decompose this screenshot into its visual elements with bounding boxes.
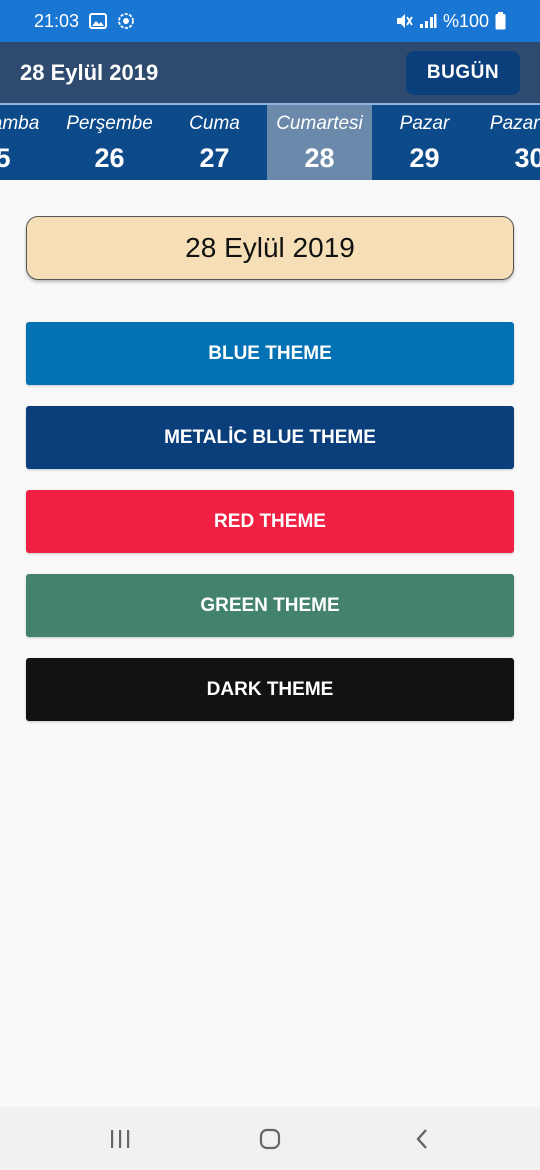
day-name: Pazar bbox=[399, 113, 450, 134]
day-number: 27 bbox=[199, 143, 230, 173]
day-name: Perşembe bbox=[66, 113, 153, 134]
day-name: Pazartesi bbox=[489, 113, 540, 134]
battery-text: %100 bbox=[442, 10, 489, 31]
image-icon bbox=[89, 13, 108, 29]
day-name: Cuma bbox=[189, 113, 240, 134]
day-number: 25 bbox=[0, 143, 48, 174]
today-button[interactable]: BUGÜN bbox=[406, 50, 520, 95]
sync-icon bbox=[117, 12, 135, 30]
day-name: Cumartesi bbox=[276, 113, 363, 134]
day-number: 28 bbox=[304, 143, 335, 173]
day-number: 29 bbox=[409, 143, 440, 173]
red-theme-button[interactable]: RED THEME bbox=[26, 490, 514, 553]
signal-icon bbox=[419, 13, 437, 29]
day-item-27[interactable]: Cuma 27 bbox=[162, 105, 267, 180]
day-strip[interactable]: Çarşamba 25 Perşembe 26 Cuma 27 Cumartes… bbox=[0, 103, 540, 180]
day-name: Çarşamba bbox=[0, 113, 40, 134]
day-item-28-selected[interactable]: Cumartesi 28 bbox=[267, 105, 372, 180]
day-item-25[interactable]: Çarşamba 25 bbox=[0, 105, 48, 180]
status-bar: 21:03 %100 bbox=[0, 0, 540, 42]
system-nav-bar bbox=[0, 1107, 540, 1170]
home-icon[interactable] bbox=[230, 1107, 310, 1170]
page-title: 28 Eylül 2019 bbox=[20, 59, 159, 85]
selected-date-display: 28 Eylül 2019 bbox=[26, 216, 514, 280]
day-item-29[interactable]: Pazar 29 bbox=[372, 105, 477, 180]
battery-icon bbox=[495, 12, 506, 30]
day-number: 26 bbox=[94, 143, 125, 173]
day-item-26[interactable]: Perşembe 26 bbox=[57, 105, 162, 180]
day-item-30[interactable]: Pazartesi 30 bbox=[477, 105, 540, 180]
back-icon[interactable] bbox=[382, 1107, 462, 1170]
day-number: 30 bbox=[514, 143, 540, 173]
dark-theme-button[interactable]: DARK THEME bbox=[26, 658, 514, 721]
blue-theme-button[interactable]: BLUE THEME bbox=[26, 322, 514, 385]
mute-icon bbox=[395, 12, 413, 30]
metallic-blue-theme-button[interactable]: METALİC BLUE THEME bbox=[26, 406, 514, 469]
green-theme-button[interactable]: GREEN THEME bbox=[26, 574, 514, 637]
app-header: 28 Eylül 2019 BUGÜN bbox=[0, 42, 540, 103]
recent-apps-icon[interactable] bbox=[80, 1107, 160, 1170]
status-time: 21:03 bbox=[34, 10, 80, 31]
